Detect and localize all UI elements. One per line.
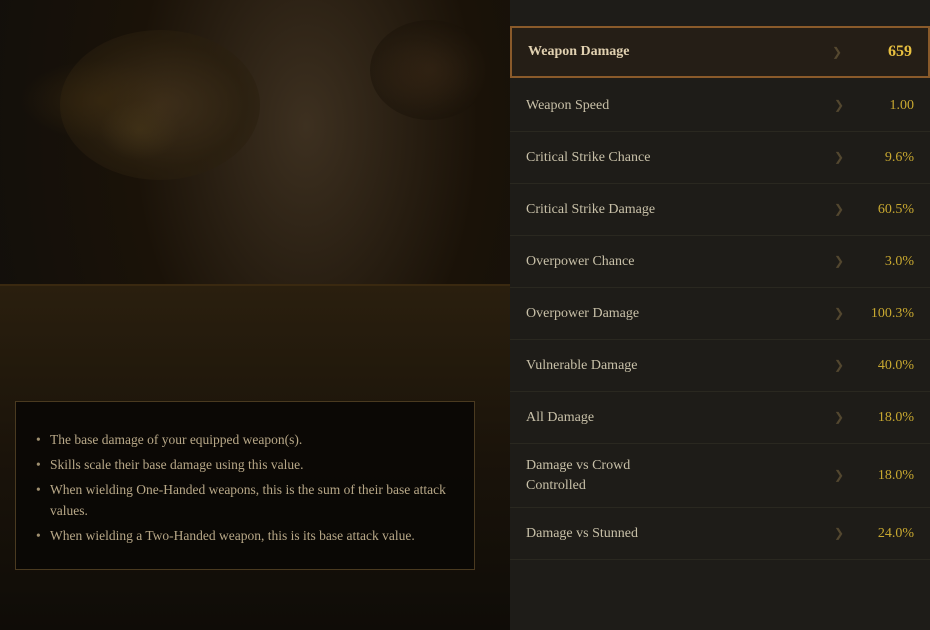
- stat-row: Overpower Chance ❯ 3.0%: [510, 236, 930, 288]
- stats-list: Weapon Damage ❯ 659 Weapon Speed ❯ 1.00 Critic…: [510, 24, 930, 630]
- stat-name: Damage vs Crowd: [526, 456, 824, 476]
- stat-name: Critical Strike Damage: [526, 202, 824, 218]
- stat-row: Critical Strike Chance ❯ 9.6%: [510, 132, 930, 184]
- stat-row: Weapon Speed ❯ 1.00: [510, 80, 930, 132]
- stat-name: Damage vs Stunned: [526, 526, 824, 542]
- right-panel: Weapon Damage ❯ 659 Weapon Speed ❯ 1.00 Critic…: [510, 0, 930, 630]
- stat-row: Damage vs Stunned ❯ 24.0%: [510, 508, 930, 560]
- stat-name: Controlled: [526, 476, 824, 496]
- stat-arrow-icon: ❯: [834, 254, 844, 269]
- stat-arrow-icon: ❯: [834, 150, 844, 165]
- stat-name: Vulnerable Damage: [526, 358, 824, 374]
- stat-value: 659: [852, 43, 912, 61]
- scene-detail-2: [100, 100, 180, 160]
- stat-value: 18.0%: [854, 468, 914, 484]
- stat-row: Damage vs CrowdControlled ❯ 18.0%: [510, 444, 930, 508]
- stat-name: Weapon Speed: [526, 98, 824, 114]
- stat-row: Overpower Damage ❯ 100.3%: [510, 288, 930, 340]
- tooltip-bullet: Skills scale their base damage using thi…: [36, 455, 454, 475]
- stat-name: Critical Strike Chance: [526, 150, 824, 166]
- stat-name: All Damage: [526, 410, 824, 426]
- stat-value: 3.0%: [854, 254, 914, 270]
- stat-arrow-icon: ❯: [834, 202, 844, 217]
- tooltip-box: The base damage of your equipped weapon(…: [15, 401, 475, 570]
- tooltip-bullet: When wielding a Two-Handed weapon, this …: [36, 526, 454, 546]
- stat-row: All Damage ❯ 18.0%: [510, 392, 930, 444]
- stat-arrow-icon: ❯: [834, 358, 844, 373]
- stat-row: Critical Strike Damage ❯ 60.5%: [510, 184, 930, 236]
- tooltip-bullet: When wielding One-Handed weapons, this i…: [36, 480, 454, 521]
- scene-detail-3: [370, 40, 470, 110]
- stat-name-wrap: Damage vs CrowdControlled: [526, 456, 824, 495]
- stat-arrow-icon: ❯: [834, 410, 844, 425]
- stat-value: 18.0%: [854, 410, 914, 426]
- stat-value: 1.00: [854, 98, 914, 114]
- left-panel: The base damage of your equipped weapon(…: [0, 0, 510, 630]
- stat-arrow-icon: ❯: [832, 45, 842, 60]
- stat-row: Vulnerable Damage ❯ 40.0%: [510, 340, 930, 392]
- section-header: [510, 0, 930, 24]
- stat-value: 60.5%: [854, 202, 914, 218]
- stat-value: 40.0%: [854, 358, 914, 374]
- stat-value: 100.3%: [854, 306, 914, 322]
- stat-name: Overpower Damage: [526, 306, 824, 322]
- stat-arrow-icon: ❯: [834, 98, 844, 113]
- stat-row: Weapon Damage ❯ 659: [510, 26, 930, 78]
- tooltip-bullet: The base damage of your equipped weapon(…: [36, 430, 454, 450]
- tooltip-bullets: The base damage of your equipped weapon(…: [36, 430, 454, 546]
- stat-arrow-icon: ❯: [834, 468, 844, 483]
- stat-value: 9.6%: [854, 150, 914, 166]
- stat-value: 24.0%: [854, 526, 914, 542]
- stat-arrow-icon: ❯: [834, 526, 844, 541]
- stat-arrow-icon: ❯: [834, 306, 844, 321]
- stat-name: Overpower Chance: [526, 254, 824, 270]
- stat-name: Weapon Damage: [528, 44, 822, 60]
